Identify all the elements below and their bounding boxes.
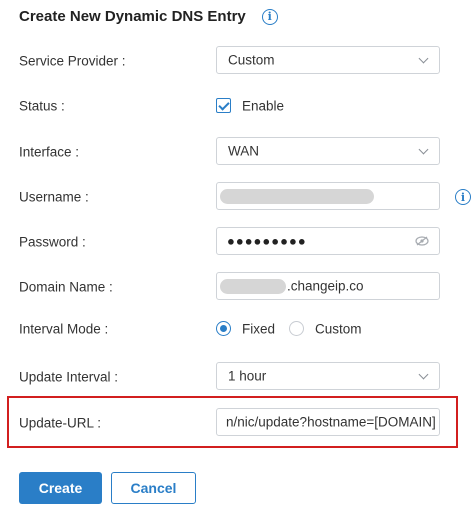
enable-checkbox[interactable] [216,98,231,113]
enable-checkbox-label: Enable [242,98,285,114]
domain-name-input[interactable]: .changeip.co [216,272,440,300]
eye-slash-icon[interactable] [415,236,429,246]
chevron-down-icon [418,144,429,155]
username-label: Username : [19,189,89,205]
interface-value: WAN [228,143,259,159]
password-row: Password : ●●●●●●●●● [0,227,474,257]
interface-row: Interface : WAN [0,137,474,167]
update-url-input[interactable]: n/nic/update?hostname=[DOMAIN] [216,408,440,436]
password-input[interactable]: ●●●●●●●●● [216,227,440,255]
chevron-down-icon [418,369,429,380]
interval-mode-row: Interval Mode : Fixed Custom [0,314,474,344]
password-label: Password : [19,234,86,250]
status-row: Status : Enable [0,91,474,121]
fixed-radio-label: Fixed [242,321,276,337]
update-interval-select[interactable]: 1 hour [216,362,440,390]
domain-name-label: Domain Name : [19,279,113,295]
username-row: Username : i [0,182,474,212]
redacted-domain-prefix [220,279,286,294]
fixed-radio[interactable] [216,321,231,336]
info-icon[interactable]: i [261,8,278,25]
service-provider-value: Custom [228,52,275,68]
redacted-username [220,189,374,204]
service-provider-label: Service Provider : [19,53,126,69]
update-interval-label: Update Interval : [19,369,119,385]
form-header: Create New Dynamic DNS Entry i [19,8,278,25]
page-title: Create New Dynamic DNS Entry [19,8,246,25]
update-url-label: Update-URL : [19,415,102,431]
update-interval-row: Update Interval : 1 hour [0,362,474,392]
info-icon[interactable]: i [455,189,471,205]
service-provider-row: Service Provider : Custom [0,46,474,76]
custom-radio-label: Custom [315,321,362,337]
password-value: ●●●●●●●●● [227,233,307,249]
interface-select[interactable]: WAN [216,137,440,165]
create-button[interactable]: Create [19,472,102,504]
interface-label: Interface : [19,144,80,160]
update-url-row: Update-URL : n/nic/update?hostname=[DOMA… [0,408,474,438]
username-input[interactable] [216,182,440,210]
custom-radio[interactable] [289,321,304,336]
status-label: Status : [19,98,65,114]
interval-mode-label: Interval Mode : [19,321,109,337]
domain-name-value: .changeip.co [287,278,364,294]
cancel-button[interactable]: Cancel [111,472,196,504]
chevron-down-icon [418,53,429,64]
update-url-value: n/nic/update?hostname=[DOMAIN] [226,414,436,430]
update-interval-value: 1 hour [228,368,267,384]
service-provider-select[interactable]: Custom [216,46,440,74]
domain-name-row: Domain Name : .changeip.co [0,272,474,302]
